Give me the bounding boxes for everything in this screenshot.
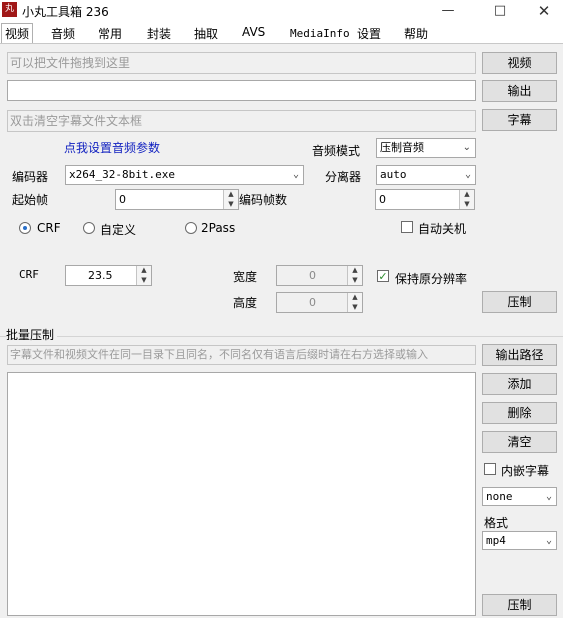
tab-extract[interactable]: 抽取 bbox=[194, 25, 218, 42]
encode-button[interactable]: 压制 bbox=[482, 291, 557, 313]
subtitle-button[interactable]: 字幕 bbox=[482, 109, 557, 131]
encoder-select[interactable]: x264_32-8bit.exe ⌄ bbox=[65, 165, 304, 185]
batch-divider bbox=[0, 336, 563, 337]
spin-down-icon[interactable]: ▼ bbox=[136, 275, 151, 285]
chevron-down-icon: ⌄ bbox=[462, 142, 471, 153]
window-title: 小丸工具箱 236 bbox=[22, 5, 109, 19]
title-bar: 丸 小丸工具箱 236 — □ ✕ bbox=[0, 0, 563, 22]
format-value: mp4 bbox=[486, 534, 506, 547]
spin-down-icon[interactable]: ▼ bbox=[347, 275, 362, 285]
output-path-button[interactable]: 输出路径 bbox=[482, 344, 557, 366]
splitter-value: auto bbox=[380, 168, 407, 181]
audio-mode-select[interactable]: 压制音频 ⌄ bbox=[376, 138, 476, 158]
auto-shutdown-label[interactable]: 自动关机 bbox=[418, 220, 466, 237]
format-select[interactable]: mp4 ⌄ bbox=[482, 531, 557, 550]
spin-down-icon[interactable]: ▼ bbox=[459, 199, 474, 209]
batch-encode-button[interactable]: 压制 bbox=[482, 594, 557, 616]
crf-value: 23.5 bbox=[88, 269, 113, 282]
keep-resolution-checkbox[interactable]: ✓ bbox=[377, 270, 389, 282]
chevron-down-icon: ⌄ bbox=[464, 169, 471, 180]
start-frame-stepper[interactable]: 0 ▲ ▼ bbox=[115, 189, 239, 210]
tab-avs[interactable]: AVS bbox=[242, 25, 265, 39]
audio-mode-value: 压制音频 bbox=[380, 141, 424, 154]
subtitle-language-select[interactable]: none ⌄ bbox=[482, 487, 557, 506]
splitter-select[interactable]: auto ⌄ bbox=[376, 165, 476, 185]
tab-common[interactable]: 常用 bbox=[98, 25, 122, 42]
mode-crf-radio[interactable] bbox=[19, 222, 31, 234]
chevron-down-icon: ⌄ bbox=[545, 535, 552, 546]
tab-settings[interactable]: 设置 bbox=[357, 25, 381, 42]
spin-down-icon[interactable]: ▼ bbox=[347, 302, 362, 312]
mode-2pass-label[interactable]: 2Pass bbox=[201, 221, 235, 235]
encode-frames-value: 0 bbox=[379, 193, 386, 206]
encoder-value: x264_32-8bit.exe bbox=[69, 168, 175, 181]
format-label: 格式 bbox=[484, 516, 509, 530]
chevron-down-icon: ⌄ bbox=[545, 491, 552, 502]
tab-mediainfo[interactable]: MediaInfo bbox=[290, 27, 350, 40]
width-value: 0 bbox=[309, 269, 316, 282]
tab-mux[interactable]: 封装 bbox=[147, 25, 171, 42]
add-button[interactable]: 添加 bbox=[482, 373, 557, 395]
batch-section-label: 批量压制 bbox=[6, 326, 58, 343]
batch-hint-field[interactable]: 字幕文件和视频文件在同一目录下且同名，不同名仅有语言后缀时请在右方选择或输入 bbox=[7, 345, 476, 365]
start-frame-value: 0 bbox=[119, 193, 126, 206]
mode-custom-label[interactable]: 自定义 bbox=[100, 221, 136, 238]
encoder-label: 编码器 bbox=[12, 170, 49, 184]
height-stepper[interactable]: 0 ▲ ▼ bbox=[276, 292, 363, 313]
height-label: 高度 bbox=[233, 296, 258, 310]
minimize-icon[interactable]: — bbox=[425, 0, 471, 22]
height-value: 0 bbox=[309, 296, 316, 309]
delete-button[interactable]: 删除 bbox=[482, 402, 557, 424]
keep-resolution-label[interactable]: 保持原分辨率 bbox=[395, 270, 467, 287]
crf-label: CRF bbox=[19, 268, 39, 281]
clear-button[interactable]: 清空 bbox=[482, 431, 557, 453]
drop-file-field[interactable]: 可以把文件拖拽到这里 bbox=[7, 52, 476, 74]
subtitle-language-value: none bbox=[486, 490, 513, 503]
audio-mode-label: 音频模式 bbox=[312, 144, 361, 158]
mode-2pass-radio[interactable] bbox=[185, 222, 197, 234]
splitter-label: 分离器 bbox=[325, 170, 362, 184]
tab-video[interactable]: 视频 bbox=[1, 23, 34, 43]
app-icon: 丸 bbox=[2, 2, 17, 17]
batch-file-list[interactable] bbox=[7, 372, 476, 616]
audio-settings-link[interactable]: 点我设置音频参数 bbox=[64, 139, 160, 156]
video-button[interactable]: 视频 bbox=[482, 52, 557, 74]
encode-frames-stepper[interactable]: 0 ▲ ▼ bbox=[375, 189, 475, 210]
close-icon[interactable]: ✕ bbox=[521, 0, 563, 22]
mode-crf-label[interactable]: CRF bbox=[37, 221, 61, 235]
tab-audio[interactable]: 音频 bbox=[51, 25, 75, 42]
width-label: 宽度 bbox=[233, 270, 258, 284]
output-button[interactable]: 输出 bbox=[482, 80, 557, 102]
embed-subtitle-checkbox[interactable] bbox=[484, 463, 496, 475]
spin-down-icon[interactable]: ▼ bbox=[223, 199, 238, 209]
start-frame-label: 起始帧 bbox=[12, 193, 49, 207]
embed-subtitle-label[interactable]: 内嵌字幕 bbox=[501, 462, 549, 479]
auto-shutdown-checkbox[interactable] bbox=[401, 221, 413, 233]
output-field[interactable] bbox=[7, 80, 476, 101]
chevron-down-icon: ⌄ bbox=[292, 169, 299, 180]
encode-frames-label: 编码帧数 bbox=[239, 193, 288, 207]
maximize-icon[interactable]: □ bbox=[477, 0, 523, 22]
subtitle-field[interactable]: 双击清空字幕文件文本框 bbox=[7, 110, 476, 132]
crf-stepper[interactable]: 23.5 ▲ ▼ bbox=[65, 265, 152, 286]
tab-help[interactable]: 帮助 bbox=[404, 25, 428, 42]
width-stepper[interactable]: 0 ▲ ▼ bbox=[276, 265, 363, 286]
mode-custom-radio[interactable] bbox=[83, 222, 95, 234]
